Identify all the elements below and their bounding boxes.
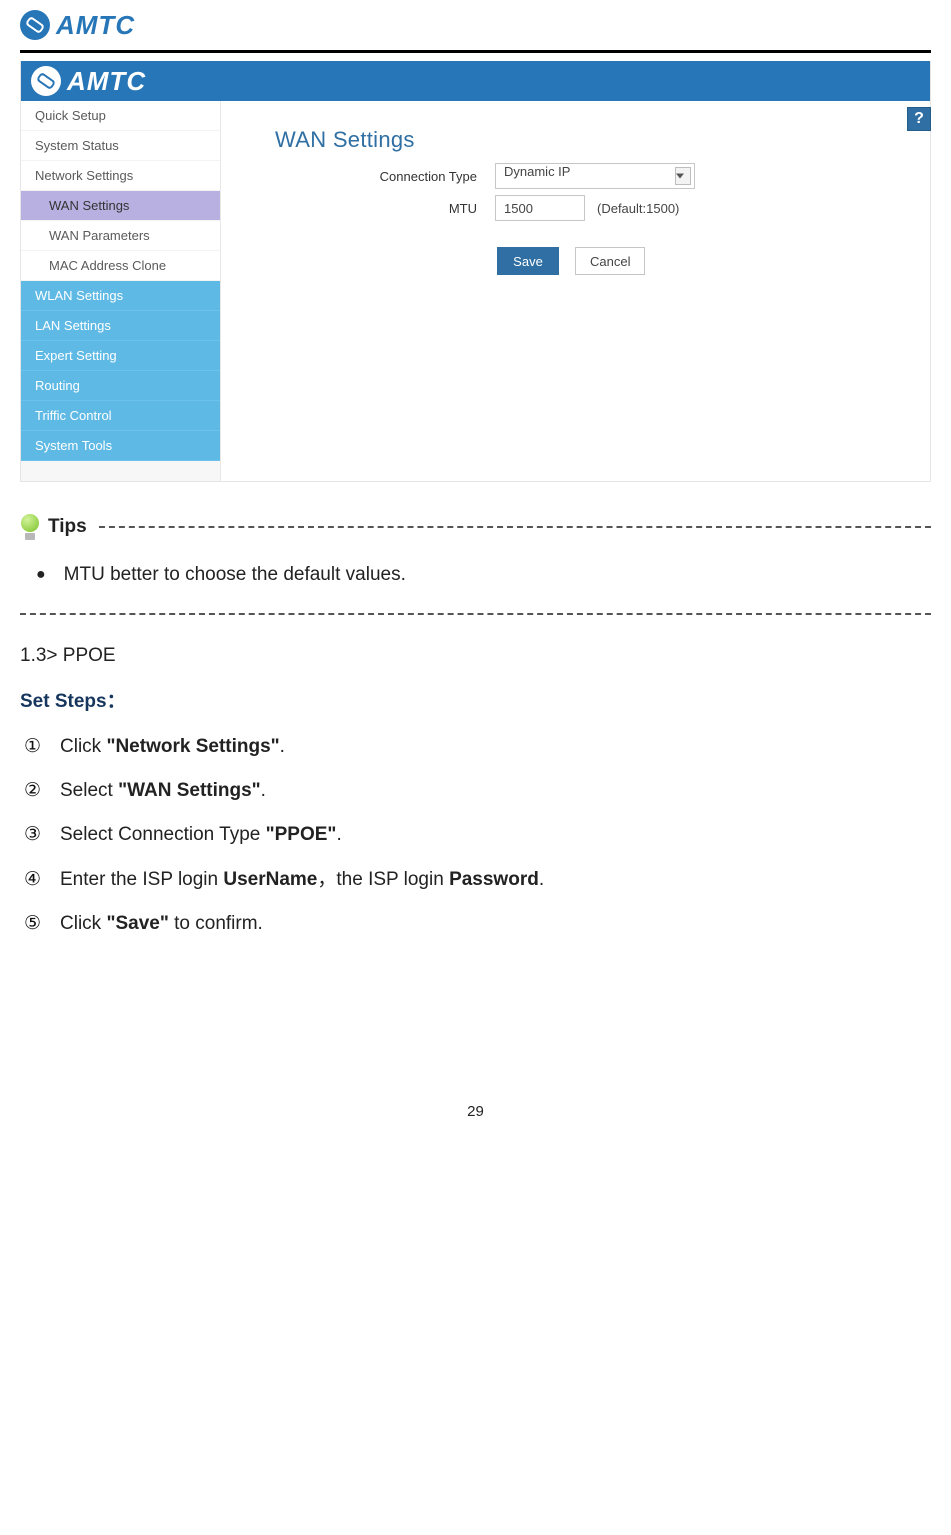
router-ui-logo: AMTC <box>31 66 146 97</box>
sidebar-item-label: Routing <box>35 378 80 393</box>
dropdown-button[interactable] <box>675 167 691 185</box>
step-1: ① Click "Network Settings". <box>24 732 931 762</box>
step-text: Click "Save" to confirm. <box>60 909 263 939</box>
lightbulb-icon <box>20 514 40 540</box>
sidebar-item-system-tools[interactable]: System Tools <box>21 431 220 461</box>
row-mtu: MTU (Default:1500) <box>275 195 910 221</box>
sidebar-item-system-status[interactable]: System Status <box>21 131 220 161</box>
sidebar-item-label: Network Settings <box>35 168 133 183</box>
sidebar-item-label: WLAN Settings <box>35 288 123 303</box>
mtu-input[interactable] <box>495 195 585 221</box>
tips-list: ● MTU better to choose the default value… <box>36 560 931 590</box>
step-2: ② Select "WAN Settings". <box>24 776 931 806</box>
sidebar-item-expert-setting[interactable]: Expert Setting <box>21 341 220 371</box>
step-number: ① <box>24 732 46 762</box>
sidebar-item-label: Triffic Control <box>35 408 112 423</box>
step-number: ③ <box>24 820 46 850</box>
save-button[interactable]: Save <box>497 247 559 275</box>
step-5: ⑤ Click "Save" to confirm. <box>24 909 931 939</box>
step-text: Enter the ISP login UserName，the ISP log… <box>60 865 544 895</box>
set-steps-heading: Set Steps： <box>20 687 931 717</box>
sidebar-item-network-settings[interactable]: Network Settings <box>21 161 220 191</box>
sidebar-item-label: Expert Setting <box>35 348 117 363</box>
steps-list: ① Click "Network Settings". ② Select "WA… <box>24 732 931 940</box>
sidebar-item-label: WAN Settings <box>49 198 129 213</box>
router-ui-logo-text: AMTC <box>67 66 146 97</box>
router-ui-header: AMTC <box>21 61 930 101</box>
document-body: Tips ● MTU better to choose the default … <box>20 512 931 1124</box>
step-3: ③ Select Connection Type "PPOE". <box>24 820 931 850</box>
step-text: Select "WAN Settings". <box>60 776 266 806</box>
sidebar-item-mac-address-clone[interactable]: MAC Address Clone <box>21 251 220 281</box>
page-number: 29 <box>20 1100 931 1124</box>
step-number: ⑤ <box>24 909 46 939</box>
help-glyph: ? <box>914 110 924 128</box>
label-mtu: MTU <box>275 201 495 216</box>
label-connection-type: Connection Type <box>275 169 495 184</box>
connection-type-select[interactable]: Dynamic IP <box>495 163 695 189</box>
tip-item: ● MTU better to choose the default value… <box>36 560 931 590</box>
section-heading-ppoe: 1.3> PPOE <box>20 641 931 671</box>
cancel-button-label: Cancel <box>590 254 630 269</box>
step-text: Select Connection Type "PPOE". <box>60 820 342 850</box>
header-rule <box>20 50 931 53</box>
tip-text: MTU better to choose the default values. <box>64 560 406 590</box>
button-row: Save Cancel <box>497 247 910 275</box>
step-number: ② <box>24 776 46 806</box>
brand-logo-icon <box>20 10 50 40</box>
tips-header-row: Tips <box>20 512 931 542</box>
sidebar: Quick Setup System Status Network Settin… <box>21 101 221 481</box>
doc-header: AMTC <box>20 0 931 50</box>
main-panel: ? WAN Settings Connection Type Dynamic I… <box>221 101 930 481</box>
sidebar-item-label: WAN Parameters <box>49 228 150 243</box>
connection-type-value: Dynamic IP <box>495 163 695 189</box>
sidebar-item-label: Quick Setup <box>35 108 106 123</box>
sidebar-item-quick-setup[interactable]: Quick Setup <box>21 101 220 131</box>
router-ui-screenshot: AMTC Quick Setup System Status Network S… <box>20 61 931 482</box>
help-icon[interactable]: ? <box>907 107 931 131</box>
step-number: ④ <box>24 865 46 895</box>
sidebar-item-label: LAN Settings <box>35 318 111 333</box>
sidebar-item-wan-parameters[interactable]: WAN Parameters <box>21 221 220 251</box>
row-connection-type: Connection Type Dynamic IP <box>275 163 910 189</box>
chevron-down-icon <box>676 174 684 179</box>
dashed-rule <box>99 526 931 528</box>
mtu-hint: (Default:1500) <box>597 201 679 216</box>
step-4: ④ Enter the ISP login UserName，the ISP l… <box>24 865 931 895</box>
panel-title: WAN Settings <box>275 127 910 153</box>
sidebar-item-label: System Tools <box>35 438 112 453</box>
router-ui-logo-icon <box>31 66 61 96</box>
sidebar-item-wlan-settings[interactable]: WLAN Settings <box>21 281 220 311</box>
step-text: Click "Network Settings". <box>60 732 285 762</box>
sidebar-item-label: System Status <box>35 138 119 153</box>
save-button-label: Save <box>513 254 543 269</box>
sidebar-item-label: MAC Address Clone <box>49 258 166 273</box>
sidebar-item-traffic-control[interactable]: Triffic Control <box>21 401 220 431</box>
tips-label: Tips <box>48 512 87 542</box>
sidebar-item-lan-settings[interactable]: LAN Settings <box>21 311 220 341</box>
cancel-button[interactable]: Cancel <box>575 247 645 275</box>
bullet-icon: ● <box>36 560 46 590</box>
sidebar-item-routing[interactable]: Routing <box>21 371 220 401</box>
brand-logo: AMTC <box>20 10 135 41</box>
sidebar-item-wan-settings[interactable]: WAN Settings <box>21 191 220 221</box>
dashed-rule <box>20 613 931 615</box>
brand-logo-text: AMTC <box>56 10 135 41</box>
